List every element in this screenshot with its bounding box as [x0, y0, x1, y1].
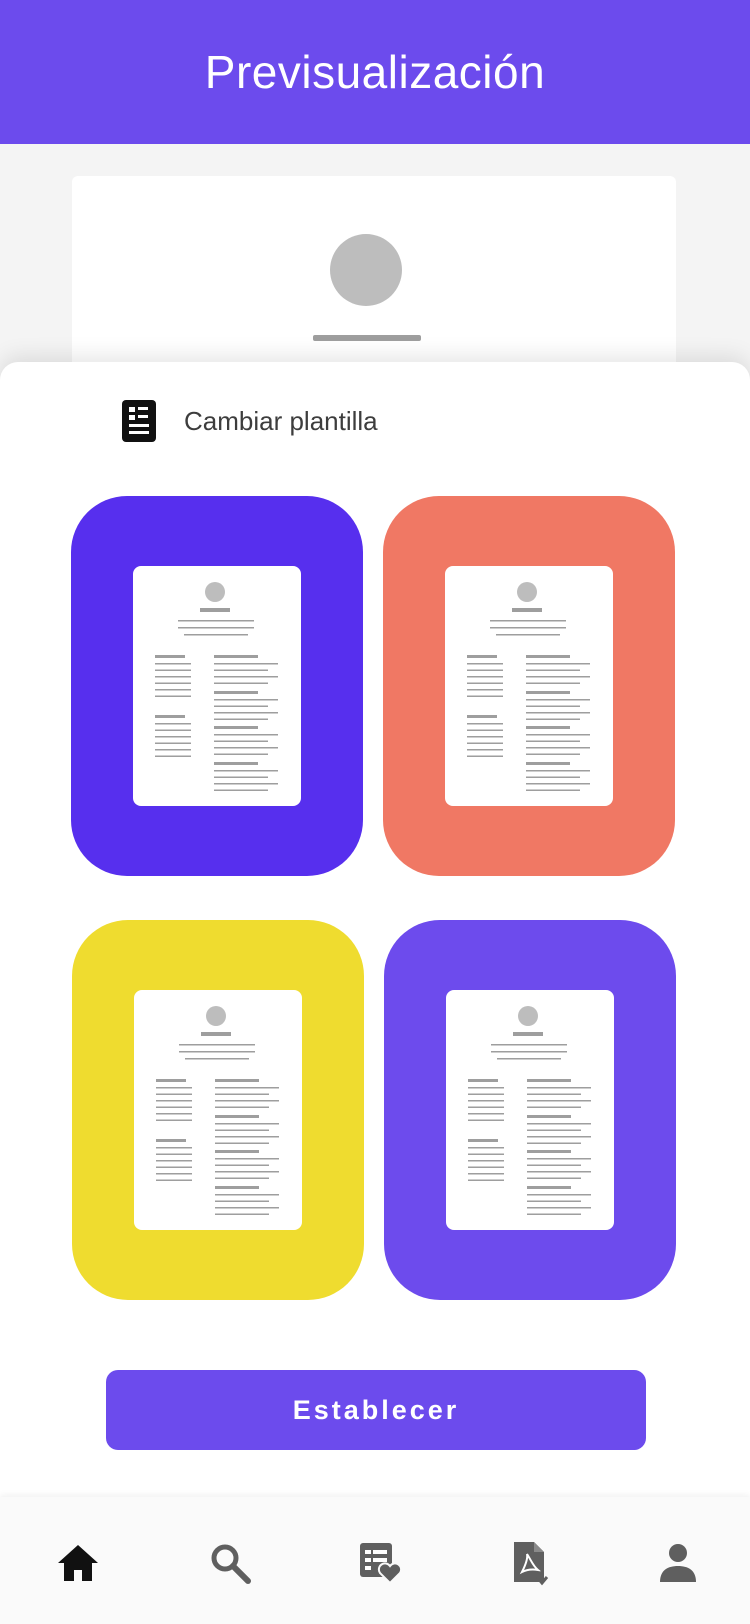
sheet-title: Cambiar plantilla — [184, 405, 378, 436]
app-bar: Previsualización — [0, 0, 750, 144]
template-option-2[interactable] — [383, 496, 675, 876]
home-icon — [58, 1545, 98, 1581]
resume-thumbnail — [445, 566, 613, 806]
template-option-3[interactable] — [72, 920, 364, 1300]
nav-favorites[interactable] — [356, 1539, 404, 1587]
search-icon — [211, 1544, 251, 1584]
nav-home[interactable] — [54, 1539, 102, 1587]
establish-button[interactable]: Establecer — [106, 1370, 646, 1450]
bottom-navigation — [0, 1497, 750, 1624]
person-icon — [660, 1544, 696, 1582]
pdf-download-icon — [514, 1542, 549, 1586]
nav-search[interactable] — [206, 1539, 254, 1587]
template-option-1[interactable] — [71, 496, 363, 876]
nav-profile[interactable] — [654, 1539, 702, 1587]
resume-thumbnail — [446, 990, 614, 1230]
template-picker-sheet: Cambiar plantilla Establecer — [0, 362, 750, 1497]
name-placeholder-line — [313, 335, 421, 341]
resume-thumbnail — [133, 566, 301, 806]
avatar-placeholder — [330, 234, 402, 306]
favorite-list-icon — [360, 1543, 402, 1585]
document-icon — [122, 400, 156, 442]
page-title: Previsualización — [204, 46, 546, 98]
resume-thumbnail — [134, 990, 302, 1230]
nav-pdf-download[interactable] — [508, 1539, 556, 1587]
sheet-header: Cambiar plantilla — [122, 400, 378, 442]
template-option-4[interactable] — [384, 920, 676, 1300]
